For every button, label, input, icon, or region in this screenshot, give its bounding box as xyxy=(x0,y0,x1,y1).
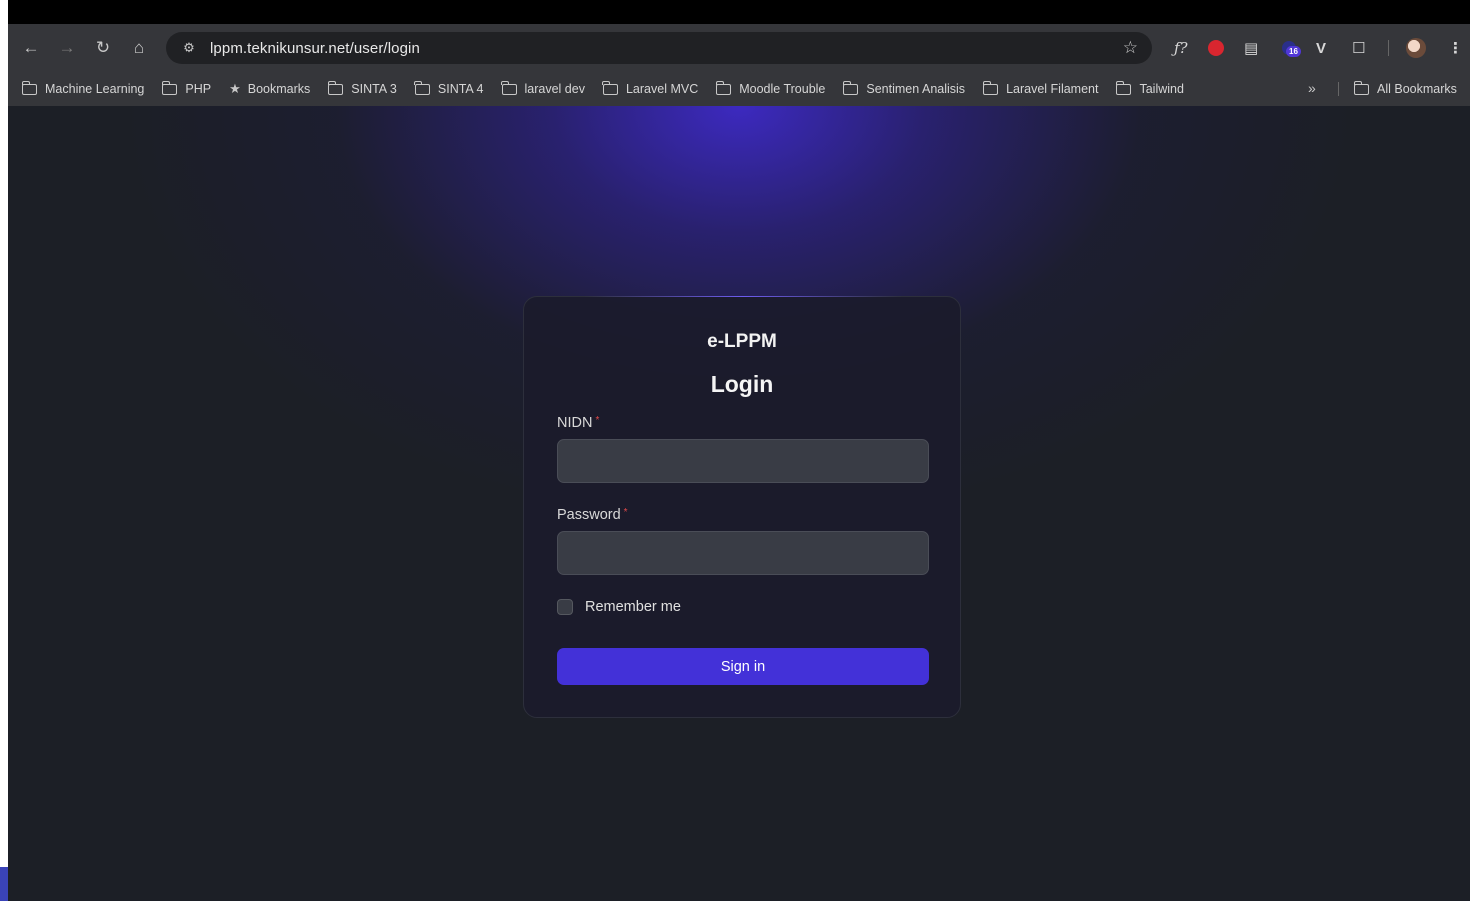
fx-icon[interactable]: ƒ? xyxy=(1174,36,1188,60)
address-bar[interactable]: ⚙ lppm.teknikunsur.net/user/login ☆ xyxy=(166,32,1152,64)
login-card: e-LPPM Login NIDN * Password * Remember me… xyxy=(523,296,961,718)
bookmark-label: laravel dev xyxy=(524,82,585,96)
password-label-text: Password xyxy=(557,507,621,523)
bookmark-label: SINTA 3 xyxy=(351,82,397,96)
bookmark-star-icon[interactable]: ☆ xyxy=(1123,38,1138,58)
avatar[interactable] xyxy=(1406,36,1426,60)
left-edge xyxy=(0,0,8,901)
folder-icon xyxy=(715,80,732,95)
puzzle-icon[interactable]: ☐ xyxy=(1352,36,1365,60)
site-settings-icon[interactable]: ⚙ xyxy=(178,40,200,56)
bookmark-label: Moodle Trouble xyxy=(739,82,826,96)
bookmark-item[interactable]: Machine Learning xyxy=(21,80,145,96)
bookmark-label: Tailwind xyxy=(1139,82,1184,96)
url-text[interactable]: lppm.teknikunsur.net/user/login xyxy=(210,40,420,57)
folder-icon xyxy=(602,80,618,95)
back-icon[interactable]: ← xyxy=(18,35,44,61)
password-label: Password * xyxy=(557,507,628,523)
folder-icon xyxy=(1353,80,1369,95)
folder-icon xyxy=(327,80,344,95)
bookmark-label: Laravel MVC xyxy=(625,82,699,96)
forward-icon[interactable]: → xyxy=(54,35,80,61)
bookmark-item[interactable]: laravel dev xyxy=(501,80,585,96)
bookmark-label: Sentimen Analisis xyxy=(866,82,966,96)
bookmark-item[interactable]: SINTA 3 xyxy=(327,80,397,96)
all-bookmarks-button[interactable]: All Bookmarks xyxy=(1353,72,1457,106)
adblock-icon[interactable] xyxy=(1208,36,1224,60)
folder-icon xyxy=(501,80,517,95)
sign-in-button[interactable]: Sign in xyxy=(557,648,929,685)
bookmark-label: Bookmarks xyxy=(247,82,311,96)
required-marker: * xyxy=(595,415,600,426)
vue-devtools-icon[interactable]: V xyxy=(1316,36,1326,60)
browser-toolbar: ← → ↻ ⌂ ⚙ lppm.teknikunsur.net/user/logi… xyxy=(8,24,1470,72)
folder-icon xyxy=(414,80,430,95)
remember-me-row[interactable]: Remember me xyxy=(557,599,681,615)
folder-icon xyxy=(982,80,999,95)
bookmarks-divider xyxy=(1338,82,1339,96)
reload-icon[interactable]: ↻ xyxy=(90,35,116,61)
bookmarks-overflow-icon[interactable]: » xyxy=(1308,80,1316,96)
required-marker: * xyxy=(623,507,628,518)
home-icon[interactable]: ⌂ xyxy=(126,35,152,61)
folder-icon xyxy=(842,80,859,95)
bookmark-item[interactable]: SINTA 4 xyxy=(414,80,484,96)
bookmark-item[interactable]: ★ Bookmarks xyxy=(229,81,310,97)
star-icon: ★ xyxy=(229,81,241,96)
bookmark-item[interactable]: Laravel MVC xyxy=(602,80,699,96)
nidn-input[interactable] xyxy=(557,439,929,483)
extension-badge-icon[interactable]: 16 xyxy=(1278,36,1301,60)
bookmark-item[interactable]: Laravel Filament xyxy=(982,80,1099,96)
brand-name: e-LPPM xyxy=(707,331,777,352)
toolbar-divider xyxy=(1388,36,1389,60)
bookmark-item[interactable]: PHP xyxy=(161,80,212,96)
bookmark-item[interactable]: Moodle Trouble xyxy=(715,80,826,96)
folder-icon xyxy=(21,80,37,95)
card-glow-line xyxy=(584,296,902,297)
page-title: Login xyxy=(710,371,774,397)
bookmarks-bar: Machine Learning PHP ★ Bookmarks SINTA 3 … xyxy=(8,72,1470,106)
all-bookmarks-label: All Bookmarks xyxy=(1377,82,1457,96)
remember-me-checkbox[interactable] xyxy=(557,599,573,615)
bookmark-label: SINTA 4 xyxy=(437,82,484,96)
bookmark-label: PHP xyxy=(185,82,212,96)
bookmark-label: Machine Learning xyxy=(45,82,145,96)
folder-icon xyxy=(161,80,178,95)
password-input[interactable] xyxy=(557,531,929,575)
browser-window: ← → ↻ ⌂ ⚙ lppm.teknikunsur.net/user/logi… xyxy=(8,4,1470,901)
bookmark-label: Laravel Filament xyxy=(1006,82,1099,96)
folder-icon xyxy=(1115,80,1132,95)
remember-me-label[interactable]: Remember me xyxy=(585,599,681,615)
bookmark-item[interactable]: Tailwind xyxy=(1115,80,1184,96)
nidn-label-text: NIDN xyxy=(557,415,593,431)
reader-icon[interactable]: ▤ xyxy=(1244,36,1258,60)
nidn-label: NIDN * xyxy=(557,415,599,431)
bookmark-item[interactable]: Sentimen Analisis xyxy=(842,80,966,96)
more-menu-icon[interactable]: ⋮ xyxy=(1448,36,1463,60)
extension-badge-count: 16 xyxy=(1286,46,1301,57)
tab-strip xyxy=(8,4,1470,24)
page-content: e-LPPM Login NIDN * Password * Remember me… xyxy=(8,106,1470,901)
